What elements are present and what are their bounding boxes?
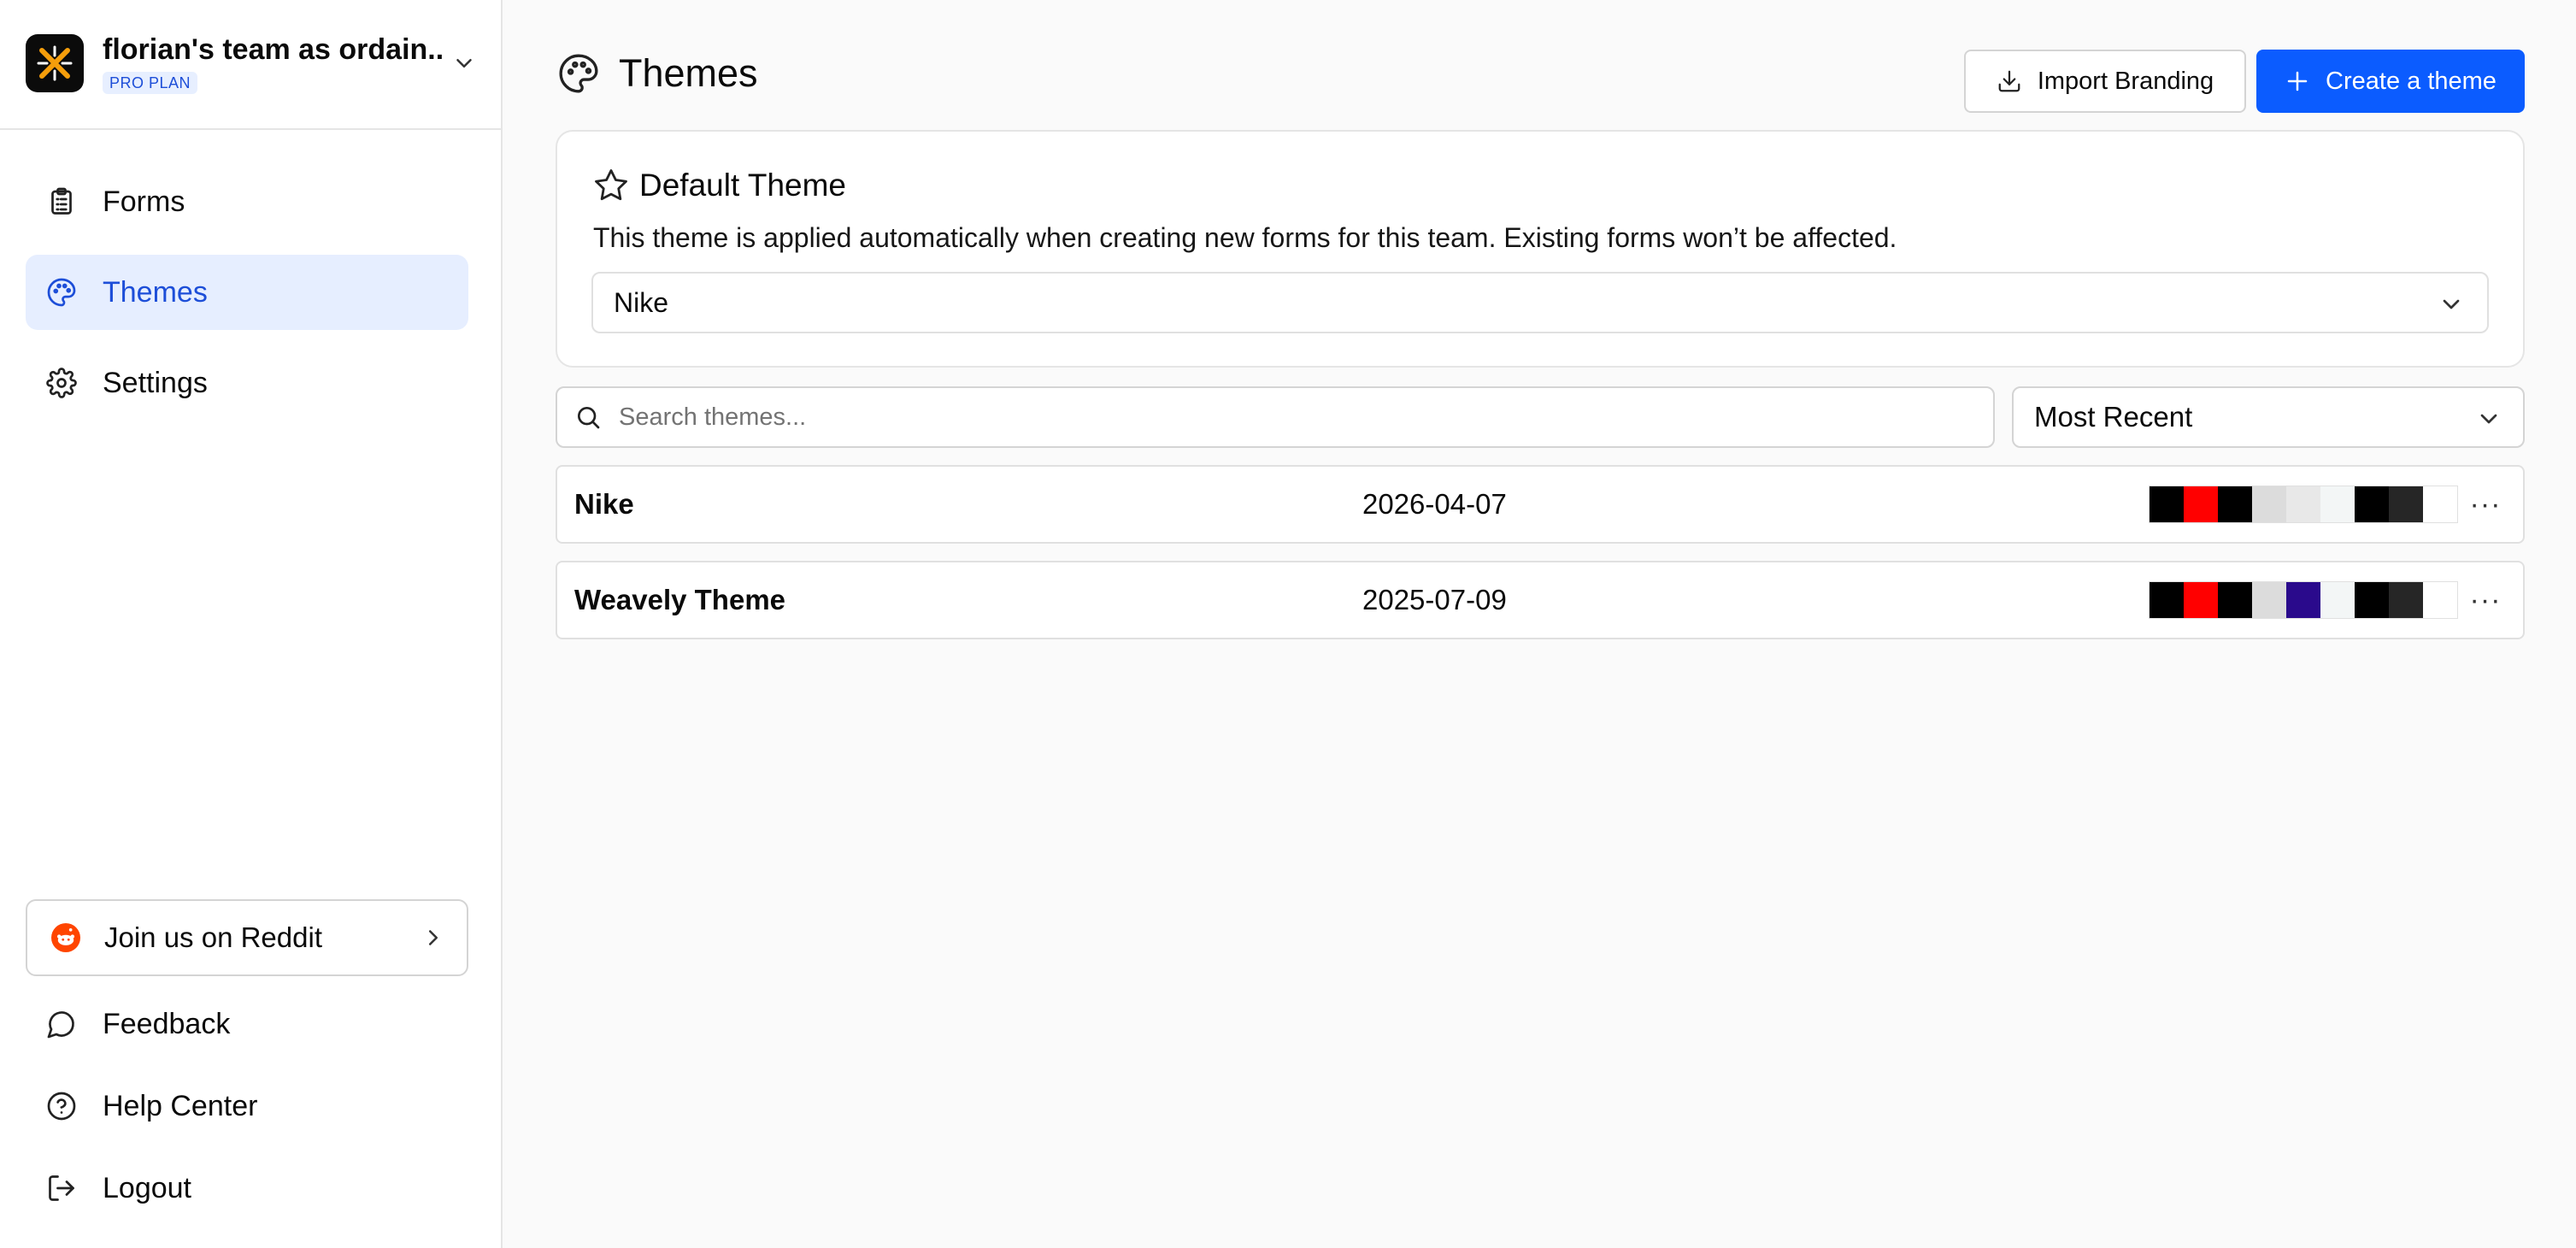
help-center-label: Help Center [103, 1089, 258, 1122]
join-reddit-label: Join us on Reddit [104, 921, 322, 953]
color-swatch [2218, 582, 2252, 618]
star-icon [595, 169, 627, 201]
search-input[interactable] [617, 402, 1971, 433]
plan-badge: PRO PLAN [103, 72, 198, 94]
theme-row[interactable]: Weavely Theme 2025-07-09 ··· [556, 561, 2525, 639]
search-icon [578, 407, 600, 429]
reddit-icon [51, 923, 80, 952]
sidebar-divider [0, 128, 503, 130]
sidebar-item-label: Settings [103, 366, 208, 399]
color-swatch [2423, 582, 2457, 618]
color-swatch [2286, 582, 2320, 618]
color-swatch [2355, 486, 2389, 522]
color-swatch [2286, 486, 2320, 522]
gear-icon [46, 368, 77, 398]
color-swatch [2252, 582, 2286, 618]
theme-date: 2025-07-09 [1362, 584, 1507, 615]
feedback-label: Feedback [103, 1007, 231, 1040]
color-swatch [2320, 486, 2355, 522]
search-themes [556, 386, 1995, 448]
sort-select[interactable]: Most Recent [2012, 386, 2525, 448]
color-swatch [2150, 486, 2184, 522]
feedback-link[interactable]: Feedback [26, 993, 468, 1055]
sidebar-item-settings[interactable]: Settings [26, 345, 468, 421]
theme-name: Weavely Theme [574, 584, 786, 615]
chevron-down-icon [2443, 299, 2460, 309]
default-theme-selected: Nike [614, 286, 669, 318]
default-theme-select[interactable]: Nike [591, 272, 2489, 333]
import-branding-label: Import Branding [2037, 67, 2214, 95]
theme-name: Nike [574, 488, 634, 520]
sidebar-item-label: Forms [103, 185, 185, 218]
color-swatch [2389, 486, 2423, 522]
logout-label: Logout [103, 1171, 191, 1204]
create-theme-button[interactable]: Create a theme [2256, 50, 2525, 113]
theme-row[interactable]: Nike 2026-04-07 ··· [556, 465, 2525, 544]
default-theme-card: Default Theme This theme is applied auto… [556, 130, 2525, 368]
color-swatch [2355, 582, 2389, 618]
color-swatch [2252, 486, 2286, 522]
sort-selected: Most Recent [2034, 401, 2193, 433]
sidebar: florian's team as ordain... PRO PLAN For… [0, 0, 503, 1248]
help-center-link[interactable]: Help Center [26, 1075, 468, 1137]
color-swatches [2149, 486, 2458, 523]
color-swatches [2149, 581, 2458, 619]
logout-link[interactable]: Logout [26, 1157, 468, 1219]
color-swatch [2389, 582, 2423, 618]
color-swatch [2184, 582, 2218, 618]
logout-icon [49, 1175, 74, 1201]
color-swatch [2320, 582, 2355, 618]
chevron-down-icon [456, 59, 472, 68]
page-header: Themes [557, 46, 758, 101]
chevron-right-icon [429, 930, 438, 945]
palette-icon [559, 54, 598, 93]
team-logo-icon [26, 34, 84, 92]
more-options-icon[interactable]: ··· [2465, 580, 2506, 621]
default-theme-title: Default Theme [639, 168, 846, 203]
chevron-down-icon [2480, 414, 2497, 424]
color-swatch [2150, 582, 2184, 618]
team-name: florian's team as ordain... [103, 33, 443, 66]
help-circle-icon [47, 1092, 76, 1121]
palette-icon [47, 278, 76, 307]
clipboard-icon [51, 187, 72, 215]
join-reddit-button[interactable]: Join us on Reddit [26, 899, 468, 976]
sidebar-item-forms[interactable]: Forms [26, 164, 468, 239]
sidebar-item-label: Themes [103, 275, 208, 309]
color-swatch [2423, 486, 2457, 522]
theme-date: 2026-04-07 [1362, 488, 1507, 520]
create-theme-label: Create a theme [2326, 67, 2497, 95]
team-info: florian's team as ordain... PRO PLAN [103, 32, 443, 94]
message-circle-icon [47, 1011, 74, 1039]
default-theme-heading: Default Theme [593, 168, 846, 203]
color-swatch [2184, 486, 2218, 522]
more-options-icon[interactable]: ··· [2465, 484, 2506, 525]
default-theme-description: This theme is applied automatically when… [593, 222, 1897, 253]
download-icon [1998, 70, 2020, 92]
team-switcher[interactable]: florian's team as ordain... PRO PLAN [26, 31, 477, 96]
plus-icon [2287, 71, 2308, 91]
import-branding-button[interactable]: Import Branding [1964, 50, 2246, 113]
sidebar-item-themes[interactable]: Themes [26, 255, 468, 330]
color-swatch [2218, 486, 2252, 522]
page-title: Themes [619, 51, 758, 95]
